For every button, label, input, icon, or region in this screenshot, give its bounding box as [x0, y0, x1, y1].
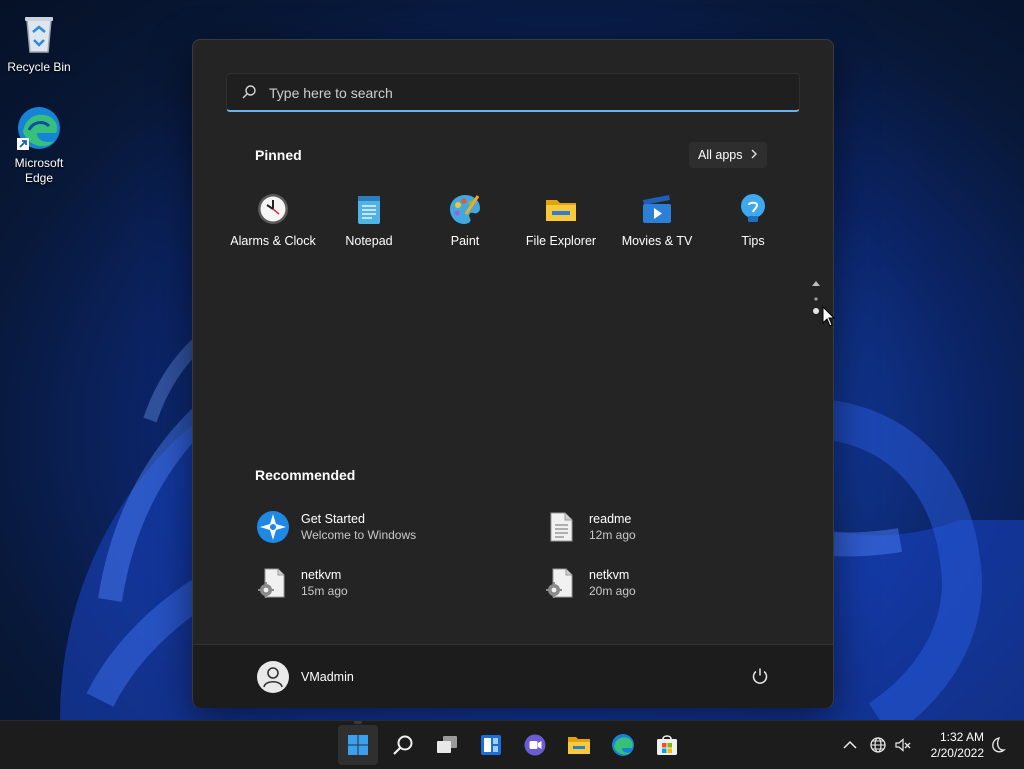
file-explorer-icon [546, 200, 576, 221]
start-footer: VMadmin [193, 644, 833, 708]
task-view-icon [437, 736, 457, 753]
teams-chat-icon [524, 734, 546, 756]
all-apps-button[interactable]: All apps [689, 142, 767, 168]
taskbar-widgets-button[interactable] [471, 725, 511, 765]
pinned-app-movies-tv[interactable]: Movies & TV [609, 190, 705, 262]
document-icon [550, 512, 573, 542]
recommended-subtitle: 12m ago [589, 528, 636, 542]
pinned-app-label: Notepad [345, 234, 393, 248]
taskbar-start-button[interactable] [338, 721, 378, 765]
desktop-icon-recycle-bin[interactable]: Recycle Bin [1, 8, 77, 75]
recommended-item-netkvm-2[interactable]: netkvm 20m ago [544, 562, 814, 606]
pinned-app-notepad[interactable]: Notepad [321, 190, 417, 262]
search-input[interactable]: Type here to search [226, 73, 800, 112]
taskbar-task-view-button[interactable] [427, 725, 467, 765]
taskbar-edge-button[interactable] [603, 725, 643, 765]
taskbar: 1:32 AM 2/20/2022 [0, 720, 1024, 769]
clock-date: 2/20/2022 [930, 746, 984, 760]
taskbar-file-explorer-button[interactable] [559, 725, 599, 765]
system-file-icon [258, 568, 285, 598]
widgets-icon [481, 735, 501, 755]
pinned-app-label: Alarms & Clock [230, 234, 316, 248]
mouse-cursor-icon [822, 306, 836, 327]
network-icon[interactable] [869, 736, 887, 754]
page-dot-active[interactable] [813, 308, 819, 314]
pinned-app-label: Paint [450, 234, 480, 248]
search-icon [242, 85, 256, 99]
page-scroll-indicator[interactable] [810, 278, 822, 318]
pinned-app-alarms-clock[interactable]: Alarms & Clock [225, 190, 321, 262]
clock-time: 1:32 AM [939, 730, 984, 744]
scroll-up-arrow[interactable] [812, 281, 820, 286]
movies-tv-icon [643, 195, 671, 223]
recommended-title: Get Started [301, 512, 365, 526]
taskbar-clock[interactable]: 1:32 AM 2/20/2022 [914, 729, 984, 761]
recommended-subtitle: 20m ago [589, 584, 636, 598]
search-icon [393, 735, 413, 755]
chevron-right-icon [751, 149, 757, 159]
pinned-app-paint[interactable]: Paint [417, 190, 513, 262]
recommended-item-get-started[interactable]: Get Started Welcome to Windows [256, 506, 526, 550]
store-icon [657, 735, 677, 755]
notepad-icon [358, 196, 380, 224]
pinned-app-tips[interactable]: Tips [705, 190, 801, 262]
recommended-subtitle: 15m ago [301, 584, 348, 598]
taskbar-chat-button[interactable] [515, 725, 555, 765]
recommended-item-readme[interactable]: readme 12m ago [544, 506, 814, 550]
recycle-bin-icon [25, 17, 53, 53]
start-menu: Type here to search Pinned All apps Alar… [192, 39, 834, 708]
recommended-item-netkvm-1[interactable]: netkvm 15m ago [256, 562, 526, 606]
recommended-title: netkvm [301, 568, 342, 582]
edge-icon [612, 734, 634, 756]
recommended-title: netkvm [589, 568, 630, 582]
user-avatar-icon [257, 661, 289, 693]
active-indicator [354, 721, 362, 724]
desktop-icon-label: Recycle Bin [7, 60, 71, 74]
speaker-muted-icon[interactable] [894, 736, 912, 754]
moon-icon[interactable] [988, 736, 1006, 754]
tips-icon [741, 194, 765, 222]
get-started-icon [257, 511, 289, 543]
file-explorer-icon [568, 737, 590, 754]
pinned-apps-grid: Alarms & Clock Notepad Paint File Explor… [223, 190, 783, 270]
recommended-subtitle: Welcome to Windows [301, 528, 417, 542]
page-dot[interactable] [814, 297, 818, 301]
user-name: VMadmin [301, 670, 354, 684]
pinned-app-label: Tips [741, 234, 765, 248]
recommended-title: readme [589, 512, 632, 526]
paint-icon [450, 195, 480, 224]
pinned-app-file-explorer[interactable]: File Explorer [513, 190, 609, 262]
recommended-heading: Recommended [255, 467, 356, 483]
system-file-icon [546, 568, 573, 598]
taskbar-search-button[interactable] [383, 725, 423, 765]
desktop-icon-edge[interactable]: Microsoft Edge [1, 104, 77, 186]
power-icon[interactable] [751, 667, 769, 685]
desktop-icon-label: Microsoft Edge [14, 156, 64, 185]
all-apps-label: All apps [698, 148, 743, 162]
pinned-heading: Pinned [255, 147, 302, 163]
search-placeholder: Type here to search [269, 85, 393, 101]
pinned-app-label: File Explorer [525, 234, 597, 248]
pinned-app-label: Movies & TV [621, 234, 693, 248]
edge-icon [17, 107, 60, 150]
alarms-clock-icon [258, 194, 288, 224]
start-icon [348, 735, 368, 755]
chevron-up-icon[interactable] [841, 736, 859, 754]
taskbar-store-button[interactable] [647, 725, 687, 765]
